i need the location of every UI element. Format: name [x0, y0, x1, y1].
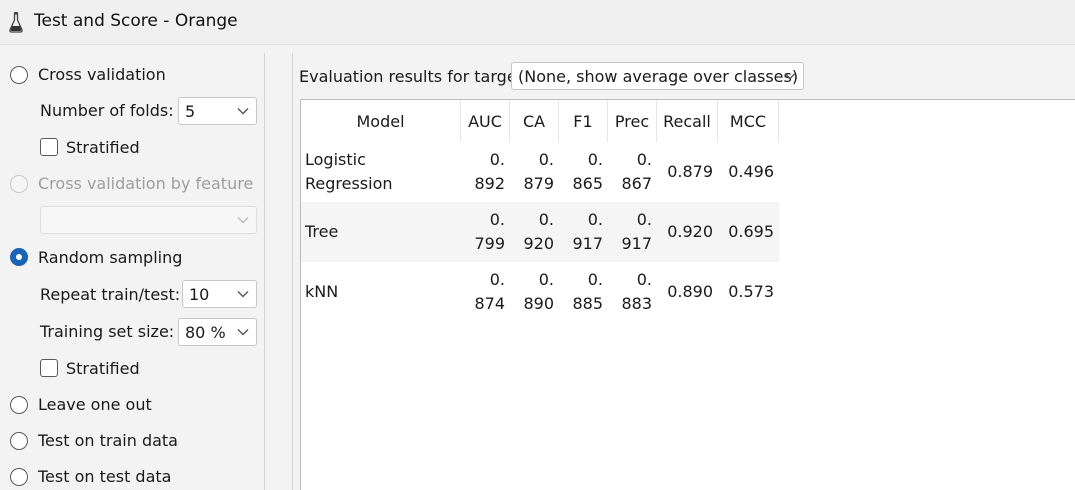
auc-frac: 874 [474, 294, 505, 313]
header-ca[interactable]: CA [509, 100, 559, 142]
recall-cell: 0.920 [656, 202, 718, 262]
auc-int: 0. [489, 150, 505, 169]
prec-int: 0. [636, 210, 652, 229]
f1-int: 0. [587, 150, 603, 169]
number-of-folds-select[interactable]: 5 [178, 97, 257, 125]
header-f1[interactable]: F1 [558, 100, 608, 142]
training-set-size-value: 80 % [185, 323, 226, 342]
header-mcc[interactable]: MCC [717, 100, 779, 142]
title-bar: Test and Score - Orange [0, 0, 1075, 45]
cv-by-feature-label[interactable]: Cross validation by feature [38, 174, 253, 193]
chevron-down-icon [784, 73, 796, 80]
target-select[interactable]: (None, show average over classes) [511, 62, 804, 90]
auc-cell: 0. 892 [461, 142, 510, 202]
results-table: Model AUC CA F1 Prec Recall MCC Logistic… [300, 99, 1075, 490]
ca-cell: 0. 920 [509, 202, 559, 262]
auc-cell: 0. 874 [461, 262, 510, 322]
repeat-train-test-label: Repeat train/test: [40, 285, 181, 304]
f1-int: 0. [587, 210, 603, 229]
table-row[interactable]: kNN 0. 874 0. 890 0. 885 0. 883 0.890 0.573 [301, 262, 779, 322]
target-value: (None, show average over classes) [518, 67, 799, 86]
prec-frac: 867 [621, 174, 652, 193]
chevron-down-icon [237, 291, 249, 298]
mcc-cell: 0.573 [728, 282, 774, 301]
orange-flask-icon [9, 12, 23, 33]
mcc-cell: 0.695 [717, 202, 779, 262]
header-prec[interactable]: Prec [607, 100, 657, 142]
leave-one-out-radio[interactable] [10, 396, 28, 414]
stratified-random-label[interactable]: Stratified [66, 359, 140, 378]
f1-cell: 0. 917 [558, 202, 608, 262]
test-on-test-radio[interactable] [10, 468, 28, 486]
training-set-size-select[interactable]: 80 % [178, 318, 257, 346]
chevron-down-icon [237, 217, 249, 224]
chevron-down-icon [237, 108, 249, 115]
header-auc[interactable]: AUC [460, 100, 510, 142]
f1-frac: 885 [572, 294, 603, 313]
model-name: kNN [305, 282, 339, 301]
f1-frac: 917 [572, 234, 603, 253]
model-name: Tree [301, 202, 461, 262]
header-recall[interactable]: Recall [656, 100, 718, 142]
table-header: Model AUC CA F1 Prec Recall MCC [301, 100, 779, 142]
stratified-checkbox[interactable] [40, 138, 58, 156]
evaluation-table: Model AUC CA F1 Prec Recall MCC Logistic… [301, 100, 779, 322]
f1-frac: 865 [572, 174, 603, 193]
test-on-train-label[interactable]: Test on train data [38, 431, 178, 450]
repeat-train-test-value: 10 [189, 285, 210, 304]
recall-cell: 0.890 [667, 282, 713, 301]
stratified-random-checkbox[interactable] [40, 359, 58, 377]
ca-int: 0. [538, 270, 554, 289]
prec-int: 0. [636, 270, 652, 289]
auc-cell: 0. 799 [460, 202, 510, 262]
cross-validation-label[interactable]: Cross validation [38, 65, 166, 84]
prec-frac: 917 [621, 234, 652, 253]
random-sampling-radio[interactable] [10, 248, 28, 266]
ca-frac: 890 [523, 294, 554, 313]
cross-validation-radio[interactable] [10, 66, 28, 84]
stratified-label[interactable]: Stratified [66, 138, 140, 157]
f1-int: 0. [587, 270, 603, 289]
ca-frac: 879 [523, 174, 554, 193]
prec-cell: 0. 917 [607, 202, 657, 262]
mcc-cell: 0.496 [728, 162, 774, 181]
ca-frac: 920 [523, 234, 554, 253]
cv-feature-select[interactable] [40, 206, 257, 234]
prec-int: 0. [636, 150, 652, 169]
random-sampling-label[interactable]: Random sampling [38, 248, 182, 267]
table-row[interactable]: Logistic Regression 0. 892 0. 879 0. 865 0.… [301, 142, 779, 202]
ca-int: 0. [538, 150, 554, 169]
leave-one-out-label[interactable]: Leave one out [38, 395, 152, 414]
model-name: Logistic Regression [305, 150, 393, 193]
auc-frac: 799 [474, 234, 505, 253]
number-of-folds-value: 5 [185, 102, 196, 121]
cv-by-feature-radio[interactable] [10, 175, 28, 193]
training-set-size-label: Training set size: [40, 322, 175, 341]
ca-int: 0. [538, 210, 554, 229]
auc-int: 0. [489, 210, 505, 229]
test-on-test-label[interactable]: Test on test data [38, 467, 171, 486]
f1-cell: 0. 865 [559, 142, 608, 202]
recall-cell: 0.879 [667, 162, 713, 181]
window-title: Test and Score - Orange [34, 11, 238, 31]
header-model[interactable]: Model [301, 100, 461, 142]
prec-cell: 0. 883 [608, 262, 657, 322]
ca-cell: 0. 890 [510, 262, 559, 322]
ca-cell: 0. 879 [510, 142, 559, 202]
table-row[interactable]: Tree 0. 799 0. 920 0. 917 0. 917 0.920 0.695 [301, 202, 779, 262]
auc-int: 0. [489, 270, 505, 289]
f1-cell: 0. 885 [559, 262, 608, 322]
auc-frac: 892 [474, 174, 505, 193]
prec-frac: 883 [621, 294, 652, 313]
target-label: Evaluation results for target [299, 67, 523, 86]
test-on-train-radio[interactable] [10, 432, 28, 450]
chevron-down-icon [237, 329, 249, 336]
number-of-folds-label: Number of folds: [40, 101, 174, 120]
prec-cell: 0. 867 [608, 142, 657, 202]
repeat-train-test-select[interactable]: 10 [182, 280, 257, 308]
